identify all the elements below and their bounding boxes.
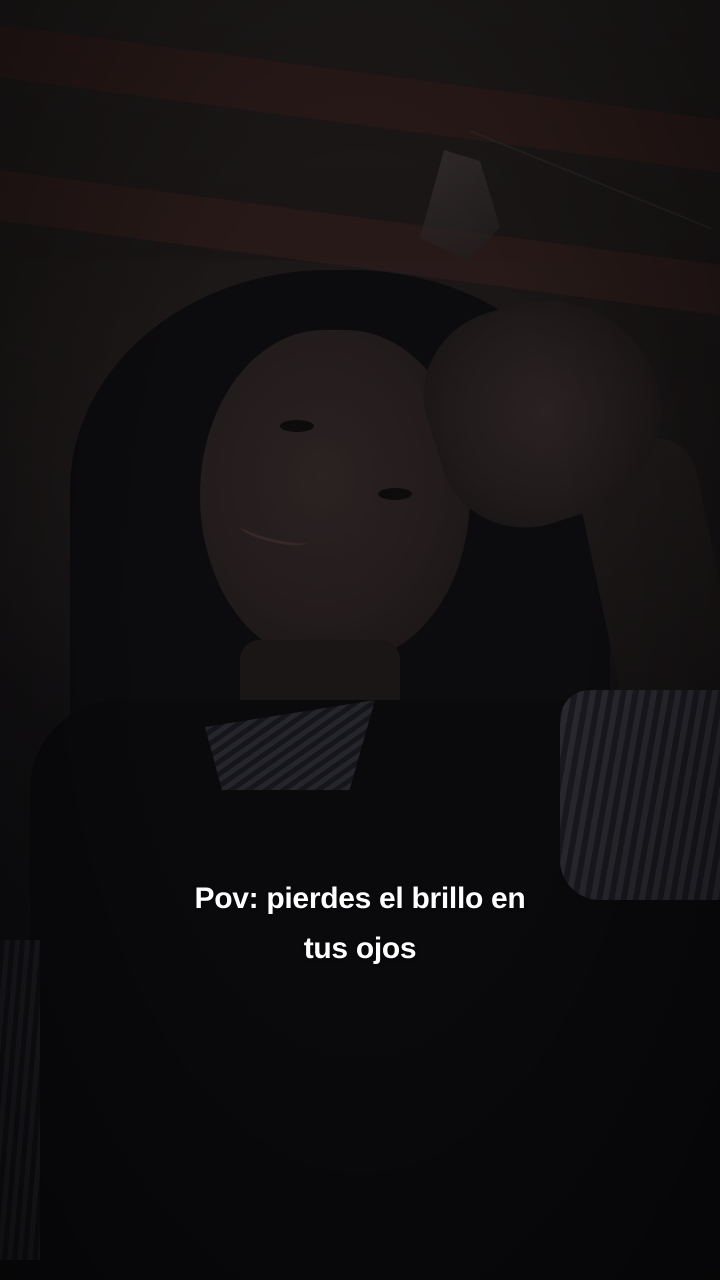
video-caption: Pov: pierdes el brillo en tus ojos <box>0 874 720 974</box>
video-frame[interactable]: Pov: pierdes el brillo en tus ojos <box>0 0 720 1280</box>
caption-line-2: tus ojos <box>303 932 417 965</box>
caption-line-1: Pov: pierdes el brillo en <box>194 882 526 915</box>
vignette-overlay <box>0 0 720 1280</box>
